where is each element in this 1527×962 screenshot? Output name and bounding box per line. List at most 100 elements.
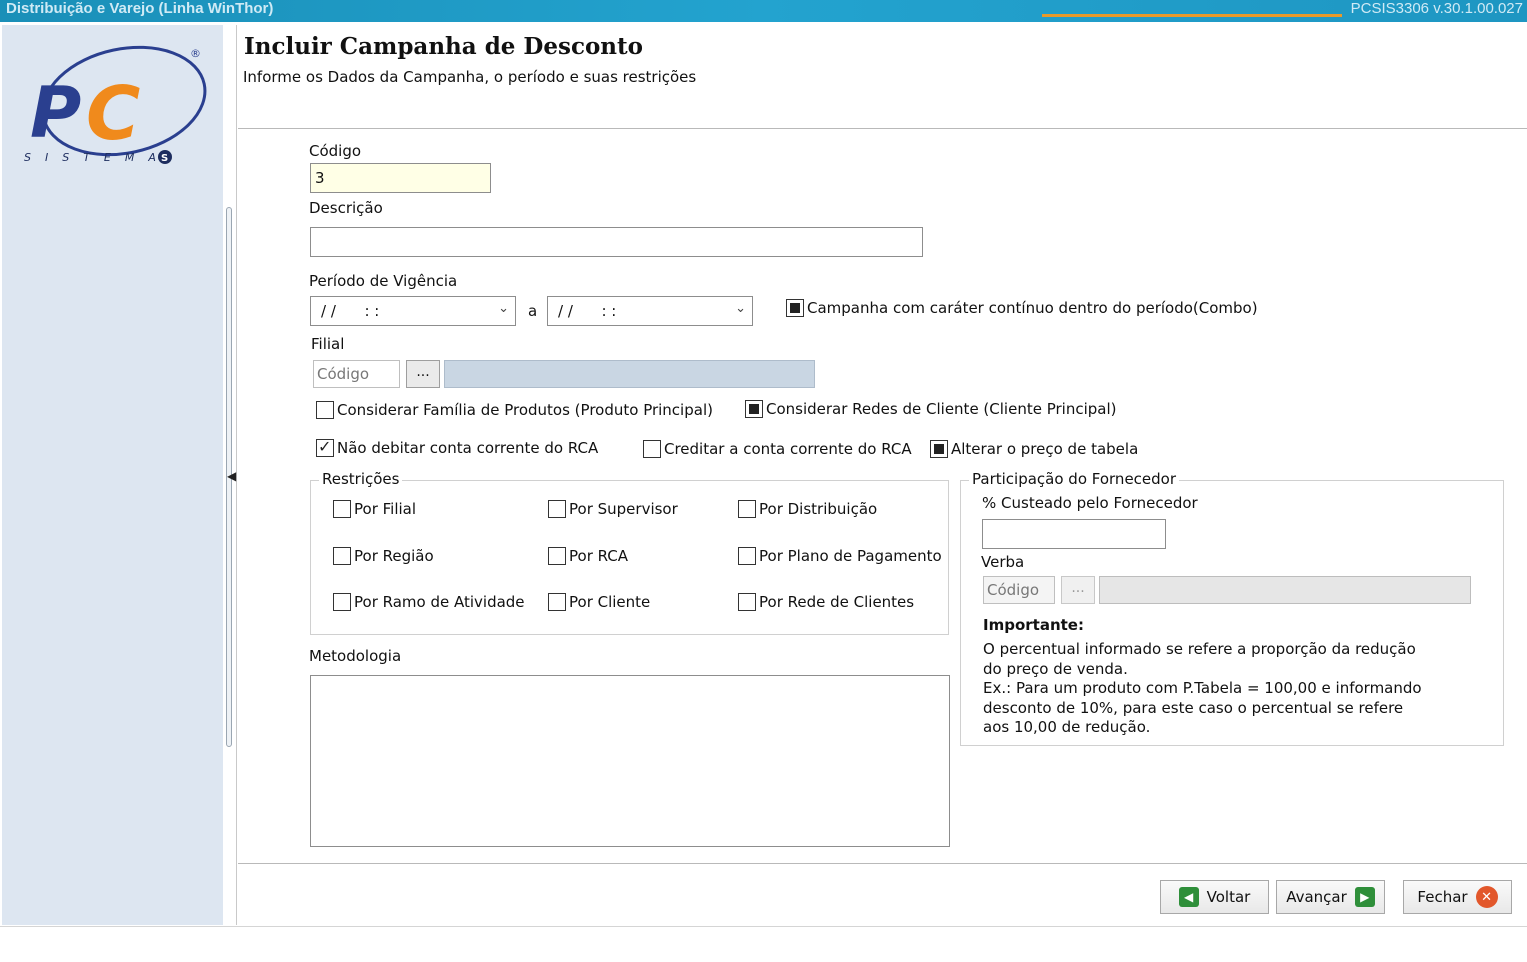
restricao-label: Por RCA xyxy=(569,547,629,565)
restricao-label: Por Supervisor xyxy=(569,500,678,518)
por-distribuicao-checkbox[interactable]: Por Distribuição xyxy=(738,500,877,518)
periodo-fim-combo[interactable]: / / : : ⌄ xyxy=(547,296,753,326)
sidebar: P C SISTEMA S ® xyxy=(2,25,223,925)
svg-text:P: P xyxy=(30,72,81,154)
restricao-label: Por Filial xyxy=(354,500,417,518)
restricao-label: Por Cliente xyxy=(569,593,651,611)
fornecedor-title: Participação do Fornecedor xyxy=(969,470,1180,488)
checkbox-box[interactable] xyxy=(548,547,566,565)
familia-produtos-checkbox[interactable]: Considerar Família de Produtos (Produto … xyxy=(316,401,713,419)
pc-sistemas-logo: P C SISTEMA S ® xyxy=(24,45,207,164)
status-strip xyxy=(0,926,1527,962)
continuo-label: Campanha com caráter contínuo dentro do … xyxy=(807,299,1258,317)
checkbox-box[interactable] xyxy=(738,593,756,611)
importante-line: do preço de venda. xyxy=(983,659,1128,678)
restricao-label: Por Plano de Pagamento xyxy=(759,547,942,565)
checkbox-box[interactable] xyxy=(548,500,566,518)
verba-description-field xyxy=(1099,576,1471,604)
custeado-label: % Custeado pelo Fornecedor xyxy=(982,494,1198,512)
checkbox-box[interactable] xyxy=(643,440,661,458)
periodo-fim-value: / / : : xyxy=(558,302,617,320)
por-filial-checkbox[interactable]: Por Filial xyxy=(333,500,416,518)
continuo-checkbox[interactable]: Campanha com caráter contínuo dentro do … xyxy=(786,299,1258,317)
checkbox-box[interactable] xyxy=(786,299,804,317)
arrow-left-icon: ◀ xyxy=(1178,887,1199,907)
importante-line: desconto de 10%, para este caso o percen… xyxy=(983,698,1404,717)
avancar-button[interactable]: Avançar ▶ xyxy=(1276,880,1385,914)
checkbox-box[interactable] xyxy=(548,593,566,611)
periodo-inicio-value: / / : : xyxy=(321,302,380,320)
filial-search-button[interactable]: ... xyxy=(406,360,440,388)
checkbox-box[interactable] xyxy=(745,400,763,418)
metodologia-textarea[interactable] xyxy=(310,675,950,847)
window-titlebar: Distribuição e Varejo (Linha WinThor) PC… xyxy=(0,0,1527,22)
footer-divider xyxy=(238,863,1527,864)
importante-text: O percentual informado se refere a propo… xyxy=(983,640,1453,738)
chevron-down-icon[interactable]: ⌄ xyxy=(735,301,746,316)
alterar-preco-checkbox[interactable]: Alterar o preço de tabela xyxy=(930,440,1138,458)
svg-text:C: C xyxy=(86,71,140,157)
verba-label: Verba xyxy=(981,553,1025,571)
por-plano-pagamento-checkbox[interactable]: Por Plano de Pagamento xyxy=(738,547,942,565)
verba-codigo-input: Código xyxy=(983,576,1055,604)
filial-label: Filial xyxy=(311,335,345,353)
collapse-arrow-icon[interactable]: ◀ xyxy=(227,469,236,483)
restricao-label: Por Ramo de Atividade xyxy=(354,593,525,611)
fechar-button[interactable]: Fechar ✕ xyxy=(1403,880,1512,914)
descricao-label: Descrição xyxy=(309,199,383,217)
header-divider xyxy=(238,128,1527,129)
periodo-inicio-combo[interactable]: / / : : ⌄ xyxy=(310,296,516,326)
creditar-checkbox[interactable]: Creditar a conta corrente do RCA xyxy=(643,440,912,458)
importante-line: O percentual informado se refere a propo… xyxy=(983,640,1416,658)
familia-label: Considerar Família de Produtos (Produto … xyxy=(337,401,713,419)
nao-debitar-checkbox[interactable]: Não debitar conta corrente do RCA xyxy=(316,437,598,457)
por-cliente-checkbox[interactable]: Por Cliente xyxy=(548,593,650,611)
restricao-label: Por Distribuição xyxy=(759,500,878,518)
periodo-separator: a xyxy=(528,302,538,320)
por-regiao-checkbox[interactable]: Por Região xyxy=(333,547,434,565)
checkbox-box[interactable] xyxy=(738,547,756,565)
por-rca-checkbox[interactable]: Por RCA xyxy=(548,547,628,565)
codigo-input[interactable]: 3 xyxy=(310,163,491,193)
checkbox-box[interactable] xyxy=(333,500,351,518)
checkbox-box[interactable] xyxy=(316,401,334,419)
titlebar-accent xyxy=(1042,14,1342,17)
importante-title: Importante: xyxy=(983,616,1084,634)
svg-text:®: ® xyxy=(190,47,201,60)
redes-label: Considerar Redes de Cliente (Cliente Pri… xyxy=(766,400,1117,418)
restricao-label: Por Região xyxy=(354,547,434,565)
por-rede-clientes-checkbox[interactable]: Por Rede de Clientes xyxy=(738,593,914,611)
alterar-preco-label: Alterar o preço de tabela xyxy=(951,440,1139,458)
filial-codigo-input[interactable]: Código xyxy=(313,360,400,388)
voltar-button[interactable]: ◀ Voltar xyxy=(1160,880,1269,914)
checkbox-box[interactable] xyxy=(930,440,948,458)
descricao-input[interactable] xyxy=(310,227,923,257)
avancar-label: Avançar xyxy=(1286,888,1347,906)
checkbox-box[interactable] xyxy=(738,500,756,518)
periodo-label: Período de Vigência xyxy=(309,272,458,290)
creditar-label: Creditar a conta corrente do RCA xyxy=(664,440,912,458)
verba-search-button: ... xyxy=(1061,576,1095,604)
window-version: PCSIS3306 v.30.1.00.027 xyxy=(1350,0,1523,17)
restricao-label: Por Rede de Clientes xyxy=(759,593,915,611)
importante-line: Ex.: Para um produto com P.Tabela = 100,… xyxy=(983,679,1422,697)
panel-splitter[interactable]: ◀ xyxy=(223,25,237,925)
arrow-right-icon: ▶ xyxy=(1354,887,1375,907)
checkbox-box[interactable] xyxy=(316,437,334,457)
restricoes-title: Restrições xyxy=(319,470,403,488)
chevron-down-icon[interactable]: ⌄ xyxy=(498,301,509,316)
close-icon: ✕ xyxy=(1475,886,1498,908)
filial-description-field xyxy=(444,360,815,388)
custeado-input[interactable] xyxy=(982,519,1166,549)
metodologia-label: Metodologia xyxy=(309,647,402,665)
svg-text:S: S xyxy=(161,153,168,164)
svg-text:SISTEMA: SISTEMA xyxy=(24,151,170,164)
page-subtitle: Informe os Dados da Campanha, o período … xyxy=(243,68,697,86)
redes-cliente-checkbox[interactable]: Considerar Redes de Cliente (Cliente Pri… xyxy=(745,400,1116,418)
por-ramo-atividade-checkbox[interactable]: Por Ramo de Atividade xyxy=(333,593,525,611)
por-supervisor-checkbox[interactable]: Por Supervisor xyxy=(548,500,678,518)
checkbox-box[interactable] xyxy=(333,593,351,611)
fechar-label: Fechar xyxy=(1417,888,1468,906)
page-title: Incluir Campanha de Desconto xyxy=(244,33,643,60)
checkbox-box[interactable] xyxy=(333,547,351,565)
